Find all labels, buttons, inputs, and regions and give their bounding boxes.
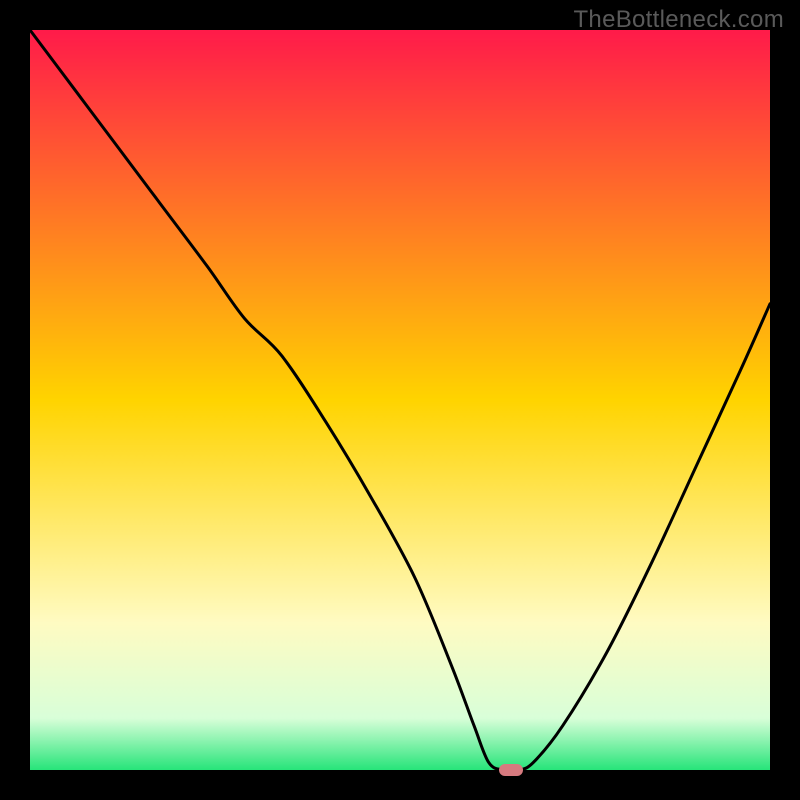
chart-frame: TheBottleneck.com (0, 0, 800, 800)
bottleneck-curve (30, 30, 770, 770)
plot-area (30, 30, 770, 770)
optimum-marker (499, 764, 523, 776)
